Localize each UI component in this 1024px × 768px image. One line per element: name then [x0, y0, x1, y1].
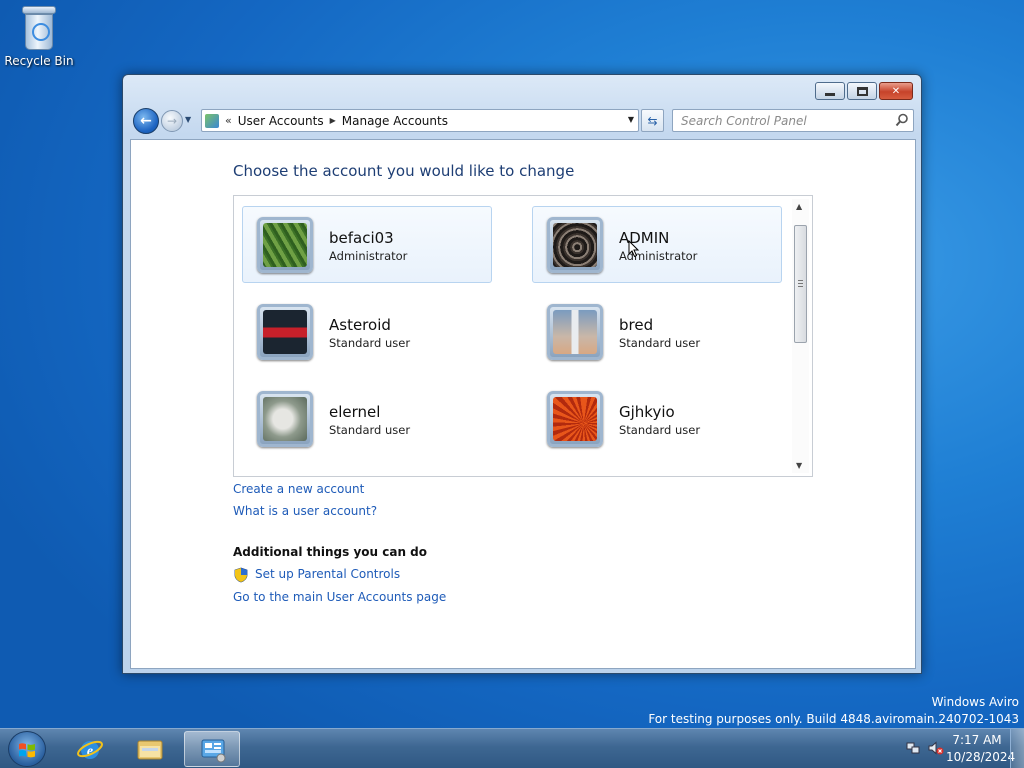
taskbar-control-panel[interactable] [184, 731, 240, 767]
maximize-button[interactable] [847, 82, 877, 100]
start-button[interactable] [8, 731, 46, 767]
taskbar-internet-explorer[interactable]: e [62, 731, 118, 767]
account-picture [257, 391, 313, 447]
refresh-icon: ⇆ [647, 113, 658, 128]
clock[interactable]: 7:17 AM 10/28/2024 [946, 732, 1016, 766]
navigation-bar: ← → ▼ « User Accounts ▶ Manage Accounts … [131, 107, 915, 135]
accounts-scrollbar[interactable]: ▲ ▼ [792, 199, 809, 473]
create-account-link[interactable]: Create a new account [233, 482, 364, 496]
recycle-bin-desktop-icon[interactable]: Recycle Bin [4, 6, 74, 68]
mouse-cursor-icon [628, 240, 640, 258]
spiral-staircase-picture [553, 223, 597, 267]
show-desktop-button[interactable] [1010, 729, 1024, 768]
recycle-bin-icon [22, 6, 56, 50]
svg-text:e: e [87, 744, 93, 759]
scroll-down-arrow-icon[interactable]: ▼ [796, 461, 802, 470]
account-picture [547, 217, 603, 273]
address-dropdown-icon[interactable]: ▼ [628, 115, 634, 124]
back-button[interactable]: ← [133, 108, 159, 134]
account-picture [257, 304, 313, 360]
account-picture [547, 304, 603, 360]
close-button[interactable]: ✕ [879, 82, 913, 100]
address-bar[interactable]: « User Accounts ▶ Manage Accounts ▼ [201, 109, 639, 132]
minimize-button[interactable] [815, 82, 845, 100]
recent-pages-dropdown[interactable]: ▼ [185, 115, 191, 124]
address-overflow-chevron[interactable]: « [225, 114, 232, 127]
lighthouse-picture [553, 310, 597, 354]
account-asteroid[interactable]: Asteroid Standard user [242, 293, 492, 370]
system-tray: 7:17 AM 10/28/2024 [884, 729, 1024, 768]
scrollbar-thumb[interactable] [794, 225, 807, 343]
user-accounts-icon [205, 113, 219, 128]
refresh-button[interactable]: ⇆ [641, 109, 664, 132]
breadcrumb-manage-accounts[interactable]: Manage Accounts [342, 114, 448, 128]
account-name: befaci03 [329, 229, 394, 247]
content-pane: Choose the account you would like to cha… [130, 139, 916, 669]
account-role: Administrator [329, 249, 408, 263]
forward-arrow-icon: → [166, 114, 178, 128]
internet-explorer-icon: e [77, 740, 103, 759]
account-name: Asteroid [329, 316, 391, 334]
account-picture [257, 217, 313, 273]
forward-button[interactable]: → [161, 110, 183, 132]
caption-buttons: ✕ [813, 82, 913, 100]
search-placeholder: Search Control Panel [681, 113, 807, 128]
uac-shield-icon [234, 567, 248, 583]
search-input[interactable]: Search Control Panel [672, 109, 914, 132]
account-name: elernel [329, 403, 381, 421]
account-role: Standard user [329, 336, 411, 350]
parental-controls-link[interactable]: Set up Parental Controls [255, 567, 400, 581]
scroll-up-arrow-icon[interactable]: ▲ [796, 202, 802, 211]
manage-accounts-window: ✕ ← → ▼ « User Accounts ▶ Manage Account… [122, 74, 922, 674]
folder-icon [137, 740, 163, 760]
account-picture [547, 391, 603, 447]
account-name: Gjhkyio [619, 403, 675, 421]
account-elernel[interactable]: elernel Standard user [242, 380, 492, 457]
green-leaf-picture [263, 223, 307, 267]
breadcrumb-user-accounts[interactable]: User Accounts [238, 114, 324, 128]
recycle-bin-label: Recycle Bin [4, 54, 74, 68]
watermark-build: For testing purposes only. Build 4848.av… [648, 712, 1019, 726]
taskbar-windows-explorer[interactable] [122, 731, 178, 767]
accounts-list: befaci03 Administrator ADMIN Administrat… [233, 195, 813, 477]
clock-date: 10/28/2024 [946, 750, 1016, 764]
watermark-edition: Windows Aviro [931, 695, 1019, 709]
account-role: Standard user [329, 423, 411, 437]
account-name: ADMIN [619, 229, 670, 247]
clock-time: 7:17 AM [952, 733, 1002, 747]
back-arrow-icon: ← [140, 113, 152, 129]
account-befaci03[interactable]: befaci03 Administrator [242, 206, 492, 283]
red-car-picture [263, 310, 307, 354]
additional-things-heading: Additional things you can do [233, 545, 428, 559]
control-panel-icon [201, 739, 226, 763]
page-title: Choose the account you would like to cha… [233, 162, 575, 180]
snowy-rock-picture [263, 397, 307, 441]
account-name: bred [619, 316, 654, 334]
account-role: Standard user [619, 423, 701, 437]
build-watermark: Windows Aviro For testing purposes only.… [648, 694, 1019, 728]
volume-muted-icon[interactable] [928, 741, 944, 755]
account-gjhkyio[interactable]: Gjhkyio Standard user [532, 380, 782, 457]
search-icon[interactable] [895, 113, 909, 127]
taskbar: e 7:17 AM 10/28/2024 [0, 728, 1024, 768]
account-role: Standard user [619, 336, 701, 350]
what-is-account-link[interactable]: What is a user account? [233, 504, 377, 518]
network-icon[interactable] [906, 741, 920, 755]
breadcrumb-separator-icon[interactable]: ▶ [330, 116, 336, 125]
windows-flag-icon [19, 743, 35, 758]
orange-flower-picture [553, 397, 597, 441]
main-user-accounts-page-link[interactable]: Go to the main User Accounts page [233, 590, 446, 604]
account-bred[interactable]: bred Standard user [532, 293, 782, 370]
account-admin[interactable]: ADMIN Administrator [532, 206, 782, 283]
